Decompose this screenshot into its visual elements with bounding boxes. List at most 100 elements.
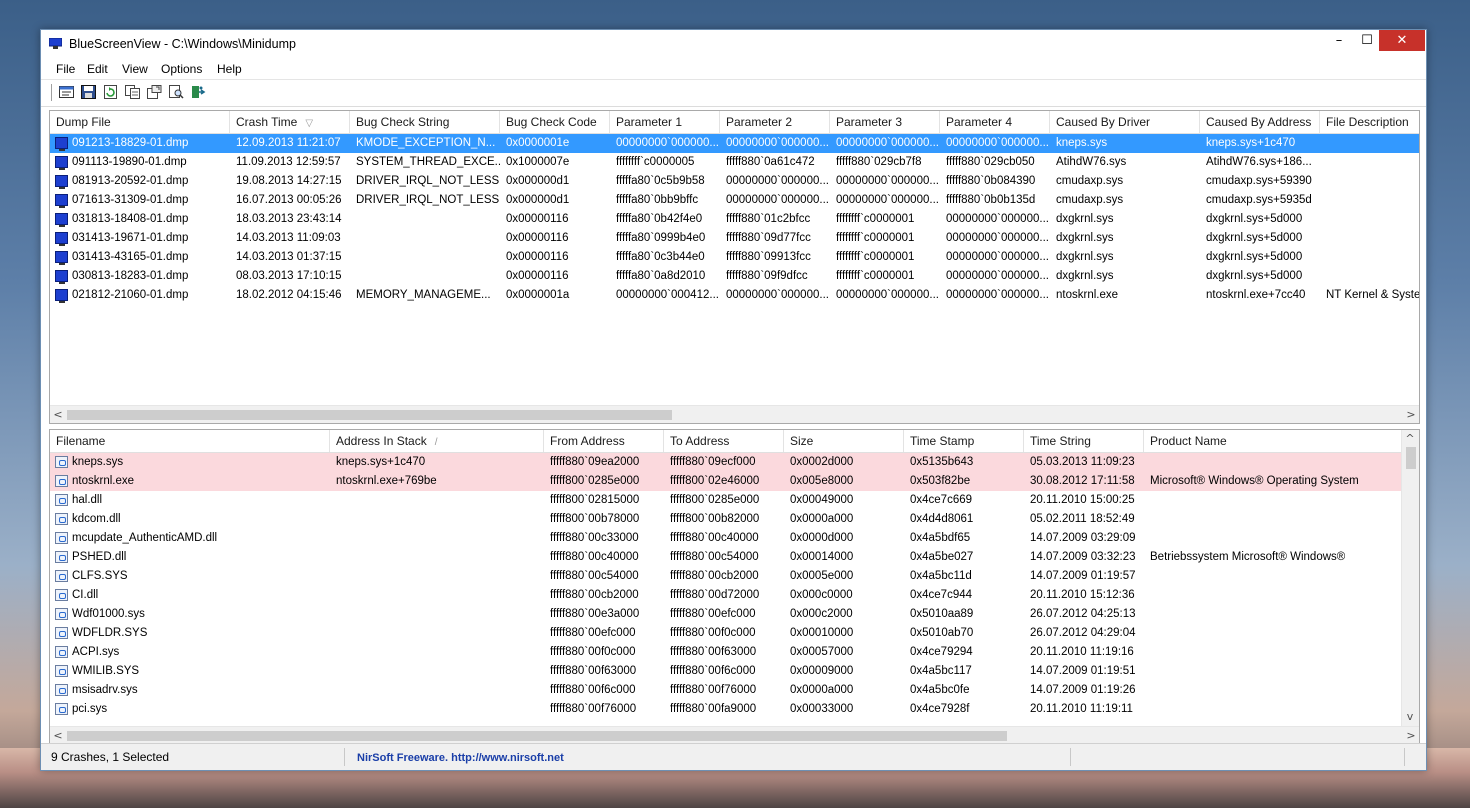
crash-cell: AtihdW76.sys (1056, 156, 1127, 168)
driver-list-vertical-scrollbar[interactable]: ^ v (1401, 430, 1419, 726)
crash-cell: cmudaxp.sys+5935d (1206, 194, 1312, 206)
column-header[interactable]: Filename (50, 430, 330, 452)
driver-cell (1144, 529, 1406, 548)
close-button[interactable]: ✕ (1379, 30, 1425, 51)
crash-row[interactable]: 031813-18408-01.dmp 18.03.2013 23:43:14 0x… (50, 210, 1419, 229)
scroll-right-icon[interactable]: > (1403, 727, 1419, 744)
driver-row[interactable]: WMILIB.SYS fffff880`00f63000 fffff880`00f6… (50, 662, 1402, 681)
exit-icon[interactable] (191, 85, 206, 99)
column-header[interactable]: File Description (1320, 111, 1419, 133)
crash-cell: ffffffff`c0000001 (836, 270, 915, 282)
crash-cell: 18.02.2012 04:15:46 (236, 289, 342, 301)
column-header[interactable]: Time Stamp (904, 430, 1024, 452)
column-header[interactable]: Parameter 1 (610, 111, 720, 133)
driver-row[interactable]: CLFS.SYS fffff880`00c54000 fffff880`00cb20… (50, 567, 1402, 586)
crash-row[interactable]: 030813-18283-01.dmp 08.03.2013 17:10:15 0x… (50, 267, 1419, 286)
crash-row[interactable]: 081913-20592-01.dmp 19.08.2013 14:27:15 DR… (50, 172, 1419, 191)
driver-list[interactable]: Filename Address In Stack / From Address … (49, 429, 1420, 745)
column-header[interactable]: Caused By Driver (1050, 111, 1200, 133)
html-report-icon[interactable] (147, 85, 162, 99)
scroll-left-icon[interactable]: < (50, 727, 66, 744)
driver-cell: 0x4a5bc117 (910, 665, 972, 677)
column-header[interactable]: Caused By Address (1200, 111, 1320, 133)
column-header[interactable]: Parameter 4 (940, 111, 1050, 133)
column-header[interactable]: Crash Time ▽ (230, 111, 350, 133)
crash-row[interactable]: 021812-21060-01.dmp 18.02.2012 04:15:46 ME… (50, 286, 1419, 305)
status-bar: 9 Crashes, 1 Selected NirSoft Freeware. … (41, 743, 1426, 770)
driver-row[interactable]: ntoskrnl.exe ntoskrnl.exe+769be fffff800`0… (50, 472, 1402, 491)
crash-cell: 031413-19671-01.dmp (72, 232, 189, 244)
menu-edit[interactable]: Edit (87, 62, 108, 76)
scroll-up-icon[interactable]: ^ (1402, 430, 1418, 447)
scroll-right-icon[interactable]: > (1403, 406, 1419, 423)
column-header[interactable]: Time String (1024, 430, 1144, 452)
scroll-left-icon[interactable]: < (50, 406, 66, 423)
scrollbar-thumb[interactable] (1406, 447, 1416, 469)
crash-row[interactable]: 031413-19671-01.dmp 14.03.2013 11:09:03 0x… (50, 229, 1419, 248)
column-header[interactable]: Parameter 3 (830, 111, 940, 133)
driver-list-horizontal-scrollbar[interactable]: < > (50, 726, 1419, 744)
column-header[interactable]: Product Name (1144, 430, 1406, 452)
driver-cell: fffff880`00c40000 (550, 551, 639, 563)
crash-list[interactable]: Dump File Crash Time ▽ Bug Check String B… (49, 110, 1420, 424)
crash-cell: 00000000`000412... (616, 289, 719, 301)
save-icon[interactable] (81, 85, 96, 99)
crash-row[interactable]: 031413-43165-01.dmp 14.03.2013 01:37:15 0x… (50, 248, 1419, 267)
driver-row[interactable]: WDFLDR.SYS fffff880`00efc000 fffff880`00f0… (50, 624, 1402, 643)
menu-help[interactable]: Help (217, 62, 242, 76)
scrollbar-thumb[interactable] (67, 731, 1007, 741)
menu-view[interactable]: View (122, 62, 148, 76)
crash-cell: 021812-21060-01.dmp (72, 289, 189, 301)
driver-row[interactable]: PSHED.dll fffff880`00c40000 fffff880`00c54… (50, 548, 1402, 567)
crash-cell: 00000000`000000... (836, 289, 939, 301)
nirsoft-link[interactable]: NirSoft Freeware. http://www.nirsoft.net (351, 748, 1071, 766)
driver-list-header: Filename Address In Stack / From Address … (50, 430, 1419, 453)
driver-row[interactable]: kdcom.dll fffff800`00b78000 fffff800`00b82… (50, 510, 1402, 529)
crash-row[interactable]: 091213-18829-01.dmp 12.09.2013 11:21:07 KM… (50, 134, 1419, 153)
crash-row[interactable]: 091113-19890-01.dmp 11.09.2013 12:59:57 SY… (50, 153, 1419, 172)
driver-row[interactable]: kneps.sys kneps.sys+1c470 fffff880`09ea200… (50, 453, 1402, 472)
driver-cell: 26.07.2012 04:29:04 (1030, 627, 1136, 639)
scrollbar-thumb[interactable] (67, 410, 672, 420)
column-header[interactable]: Size (784, 430, 904, 452)
driver-row[interactable]: Wdf01000.sys fffff880`00e3a000 fffff880`00… (50, 605, 1402, 624)
copy-icon[interactable] (125, 85, 140, 99)
driver-cell (1144, 643, 1406, 662)
column-header[interactable]: Bug Check Code (500, 111, 610, 133)
column-header[interactable]: Address In Stack / (330, 430, 544, 452)
crash-list-horizontal-scrollbar[interactable]: < > (50, 405, 1419, 423)
crash-row[interactable]: 071613-31309-01.dmp 16.07.2013 00:05:26 DR… (50, 191, 1419, 210)
driver-cell: ntoskrnl.exe+769be (336, 475, 437, 487)
menu-file[interactable]: File (56, 62, 75, 76)
driver-cell: mcupdate_AuthenticAMD.dll (72, 532, 218, 544)
crash-rows: 091213-18829-01.dmp 12.09.2013 11:21:07 KM… (50, 134, 1419, 305)
refresh-icon[interactable] (103, 85, 118, 99)
column-header[interactable]: To Address (664, 430, 784, 452)
menu-options[interactable]: Options (161, 62, 202, 76)
driver-row[interactable]: ACPI.sys fffff880`00f0c000 fffff880`00f630… (50, 643, 1402, 662)
crash-cell (1320, 210, 1419, 229)
column-header[interactable]: Dump File (50, 111, 230, 133)
crash-cell: fffff880`09913fcc (726, 251, 811, 263)
crash-cell: 00000000`000000... (946, 213, 1049, 225)
driver-row[interactable]: CI.dll fffff880`00cb2000 fffff880`00d72000… (50, 586, 1402, 605)
crash-cell: cmudaxp.sys (1056, 194, 1124, 206)
driver-row[interactable]: msisadrv.sys fffff880`00f6c000 fffff880`00… (50, 681, 1402, 700)
driver-cell: 14.07.2009 01:19:51 (1030, 665, 1136, 677)
driver-row[interactable]: pci.sys fffff880`00f76000 fffff880`00fa900… (50, 700, 1402, 719)
crash-cell (1320, 229, 1419, 248)
crash-cell: 19.08.2013 14:27:15 (236, 175, 342, 187)
driver-row[interactable]: mcupdate_AuthenticAMD.dll fffff880`00c330… (50, 529, 1402, 548)
driver-cell: fffff880`00f63000 (550, 665, 637, 677)
crash-cell: 00000000`000000... (726, 194, 829, 206)
title-bar[interactable]: BlueScreenView - C:\Windows\Minidump – ☐… (41, 30, 1426, 58)
driver-cell (1144, 567, 1406, 586)
find-icon[interactable] (169, 85, 184, 99)
scroll-down-icon[interactable]: v (1402, 708, 1418, 725)
column-header[interactable]: Parameter 2 (720, 111, 830, 133)
driver-row[interactable]: hal.dll fffff800`02815000 fffff800`0285e00… (50, 491, 1402, 510)
column-header[interactable]: Bug Check String (350, 111, 500, 133)
column-header[interactable]: From Address (544, 430, 664, 452)
properties-icon[interactable] (59, 85, 74, 99)
driver-cell: fffff880`00c54000 (670, 551, 759, 563)
